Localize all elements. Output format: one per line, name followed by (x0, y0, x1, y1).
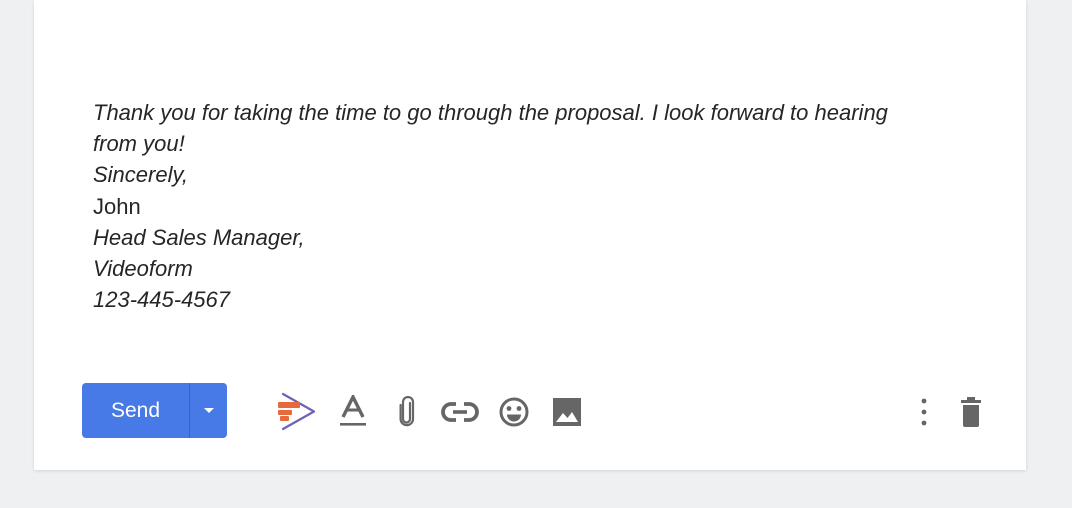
formatting-options-button[interactable] (335, 389, 371, 435)
body-line-closing: Sincerely, (93, 162, 188, 188)
message-body[interactable]: Thank you for taking the time to go thro… (93, 97, 933, 315)
caret-down-icon (203, 407, 214, 413)
send-button[interactable]: Send (82, 383, 189, 438)
body-line-signature-title: Head Sales Manager, (93, 224, 305, 250)
more-options-button[interactable] (908, 389, 940, 435)
send-button-group: Send (82, 383, 227, 438)
text-format-icon (340, 395, 366, 426)
videoform-extension-icon (278, 392, 316, 431)
body-line-signature-phone: 123-445-4567 (93, 287, 231, 313)
more-options-icon (921, 398, 927, 426)
more-send-options-button[interactable] (190, 383, 227, 438)
attach-file-button[interactable] (391, 389, 423, 435)
videoform-extension-button[interactable] (270, 389, 320, 435)
insert-photo-icon (553, 398, 581, 426)
compose-window: Thank you for taking the time to go thro… (34, 0, 1026, 470)
discard-draft-button[interactable] (955, 389, 987, 435)
body-line-signature-company: Videoform (93, 256, 193, 282)
insert-emoji-button[interactable] (495, 389, 533, 435)
insert-link-icon (441, 402, 479, 422)
body-line-signature-name: John (93, 193, 141, 219)
insert-photo-button[interactable] (547, 389, 587, 435)
insert-link-button[interactable] (439, 389, 481, 435)
attach-file-icon (399, 396, 415, 427)
body-line-thanks: Thank you for taking the time to go thro… (93, 100, 888, 157)
emoji-icon (499, 397, 529, 427)
discard-draft-icon (961, 397, 981, 427)
